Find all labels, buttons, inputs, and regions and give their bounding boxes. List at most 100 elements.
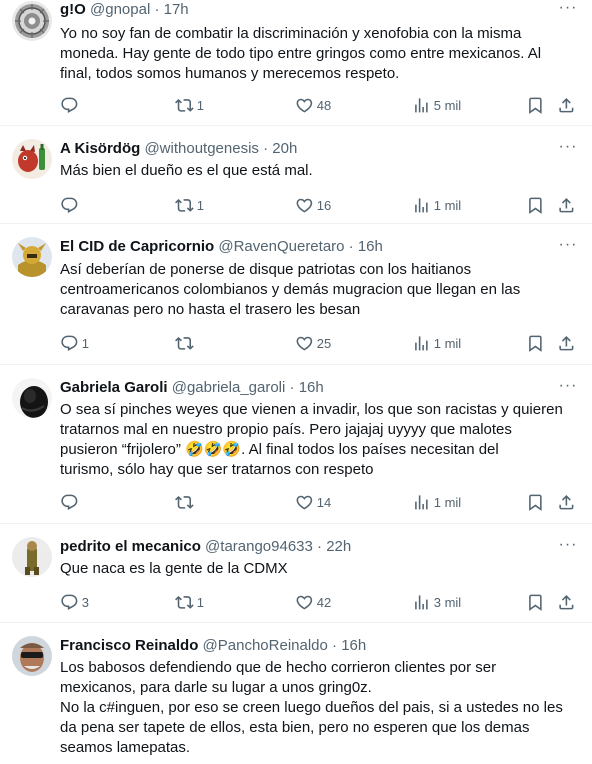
view-count: 3 mil [433,594,462,610]
share-icon [557,96,576,115]
tweet-text: Yo no soy fan de combatir la discriminac… [60,25,542,82]
retweet-icon [175,593,194,612]
retweet-count: 1 [196,97,204,113]
heart-icon [295,334,314,353]
retweet-count: 1 [196,197,204,213]
avatar[interactable] [12,636,52,676]
bookmark-button[interactable] [526,333,545,353]
more-icon[interactable]: ··· [558,237,578,255]
timestamp[interactable]: · 20h [263,140,297,157]
bookmark-button[interactable] [526,195,545,215]
more-icon[interactable]: ··· [558,537,578,555]
user-handle[interactable]: @gnopal [90,1,150,18]
views-icon [412,593,431,612]
tweet[interactable]: A Kisördög @withoutgenesis · 20h ··· Más… [0,127,592,224]
tweet[interactable]: Gabriela Garoli @gabriela_garoli · 16h ·… [0,366,592,524]
more-icon[interactable]: ··· [558,378,578,396]
user-handle[interactable]: @RavenQueretaro [218,238,344,255]
tweet-header: Gabriela Garoli @gabriela_garoli · 16h [60,378,324,398]
tweet[interactable]: Francisco Reinaldo @PanchoReinaldo · 16h… [0,624,592,764]
bookmark-icon [526,96,545,115]
timestamp[interactable]: · 16h [290,379,324,396]
tweet[interactable]: pedrito el mecanico @tarango94633 · 22h … [0,525,592,623]
tweet-text: Los babosos defendiendo que de hecho cor… [60,659,563,756]
avatar[interactable] [12,1,52,41]
timestamp[interactable]: · 17h [154,1,188,18]
share-button[interactable] [557,195,576,215]
retweet-button[interactable] [175,492,197,512]
retweet-icon [175,334,194,353]
like-button[interactable]: 25 [295,333,331,353]
reply-icon [60,96,79,115]
like-button[interactable]: 16 [295,195,331,215]
user-handle[interactable]: @gabriela_garoli [172,379,286,396]
user-handle[interactable]: @withoutgenesis [144,140,258,157]
bookmark-button[interactable] [526,592,545,612]
tweet[interactable]: El CID de Capricornio @RavenQueretaro · … [0,225,592,365]
user-handle[interactable]: @tarango94633 [205,538,313,555]
tweet-header: Francisco Reinaldo @PanchoReinaldo · 16h [60,636,366,656]
tweet-header: A Kisördög @withoutgenesis · 20h [60,139,297,159]
like-button[interactable]: 14 [295,492,331,512]
view-count: 1 mil [433,335,462,351]
display-name[interactable]: Gabriela Garoli [60,379,168,396]
share-button[interactable] [557,333,576,353]
avatar[interactable] [12,139,52,179]
share-button[interactable] [557,95,576,115]
like-button[interactable]: 48 [295,95,331,115]
bookmark-icon [526,593,545,612]
views-button[interactable]: 1 mil [412,333,461,353]
retweet-icon [175,96,194,115]
tweet-actions: 1 25 1 mil [60,333,580,353]
share-button[interactable] [557,592,576,612]
timestamp[interactable]: · 22h [317,538,351,555]
tweet-actions: 1 48 5 mil [60,95,580,115]
views-icon [412,196,431,215]
timestamp[interactable]: · 16h [349,238,383,255]
avatar[interactable] [12,378,52,418]
share-icon [557,593,576,612]
tweet-text: O sea sí pinches weyes que vienen a inva… [60,401,563,478]
display-name[interactable]: g!O [60,1,86,18]
bookmark-icon [526,334,545,353]
display-name[interactable]: pedrito el mecanico [60,538,201,555]
more-icon[interactable]: ··· [558,0,578,18]
tweet-text: Más bien el dueño es el que está mal. [60,162,313,179]
tweet[interactable]: g!O @gnopal · 17h ··· Yo no soy fan de c… [0,0,592,126]
reply-button[interactable]: 3 [60,592,89,612]
like-count: 16 [316,197,332,213]
avatar[interactable] [12,237,52,277]
bookmark-button[interactable] [526,95,545,115]
user-handle[interactable]: @PanchoReinaldo [203,637,328,654]
views-button[interactable]: 1 mil [412,195,461,215]
views-button[interactable]: 3 mil [412,592,461,612]
timestamp[interactable]: · 16h [332,637,366,654]
heart-icon [295,196,314,215]
bookmark-button[interactable] [526,492,545,512]
retweet-button[interactable]: 1 [175,195,204,215]
view-count: 1 mil [433,494,462,510]
display-name[interactable]: A Kisördög [60,140,140,157]
tweet-header: El CID de Capricornio @RavenQueretaro · … [60,237,383,257]
display-name[interactable]: Francisco Reinaldo [60,637,198,654]
share-button[interactable] [557,492,576,512]
view-count: 5 mil [433,97,462,113]
heart-icon [295,593,314,612]
reply-button[interactable] [60,195,82,215]
tweet-actions: 3 1 42 3 mil [60,592,580,612]
retweet-button[interactable]: 1 [175,592,204,612]
tweet-actions: 1 16 1 mil [60,195,580,215]
retweet-button[interactable] [175,333,197,353]
reply-icon [60,593,79,612]
views-button[interactable]: 5 mil [412,95,461,115]
retweet-button[interactable]: 1 [175,95,204,115]
reply-button[interactable]: 1 [60,333,89,353]
more-icon[interactable]: ··· [558,139,578,157]
display-name[interactable]: El CID de Capricornio [60,238,214,255]
reply-button[interactable] [60,492,82,512]
reply-icon [60,334,79,353]
views-button[interactable]: 1 mil [412,492,461,512]
like-button[interactable]: 42 [295,592,331,612]
avatar[interactable] [12,537,52,577]
reply-button[interactable] [60,95,82,115]
